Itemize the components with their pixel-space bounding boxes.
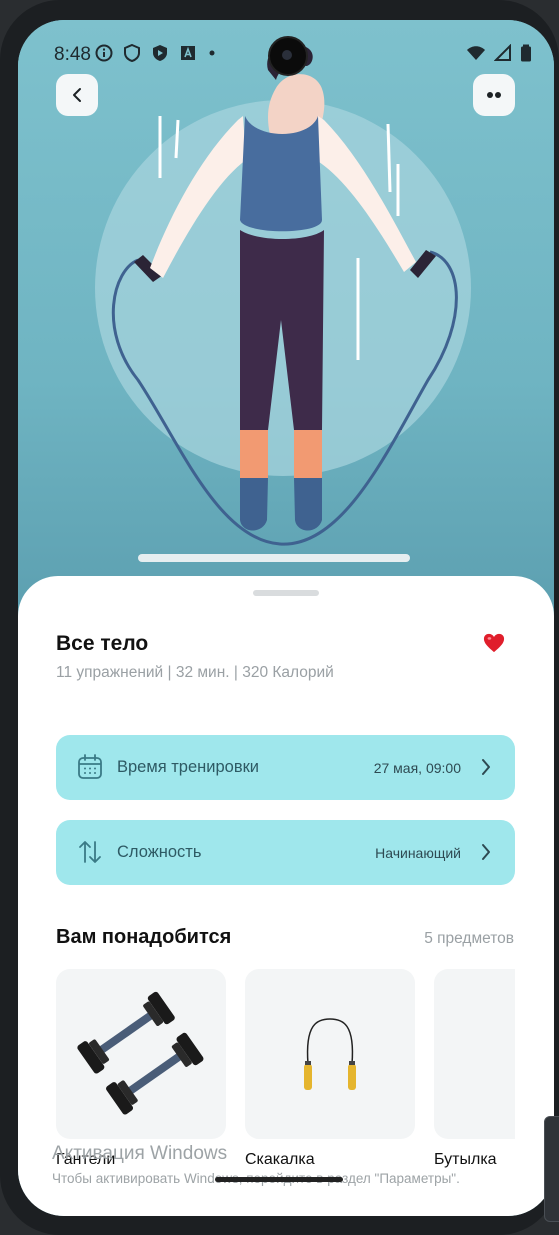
heart-icon[interactable] [483,632,505,654]
hero-banner: 8:48 [18,20,554,620]
emulator-side-toolbar[interactable] [544,1116,559,1222]
sheet-grabber[interactable] [253,590,319,596]
home-indicator[interactable] [215,1177,343,1182]
info-icon [95,44,113,62]
equipment-card-jump-rope[interactable] [245,969,415,1139]
workout-time-value: 27 мая, 09:00 [373,760,461,776]
details-sheet: Все тело 11 упражнений | 32 мин. | 320 К… [18,576,554,1216]
back-button[interactable] [56,74,98,116]
equipment-card-dumbbells[interactable] [56,969,226,1139]
workout-meta: 11 упражнений | 32 мин. | 320 Калорий [56,664,334,681]
dot-icon [209,50,215,56]
front-camera [268,36,308,76]
difficulty-value: Начинающий [375,845,461,861]
app-screen: 8:48 Все тело 11 упражнений | 32 мин. | … [18,20,554,1216]
dumbbells-icon [77,991,204,1115]
more-button[interactable] [473,74,515,116]
jump-rope-icon [304,1018,356,1090]
status-icons-left [95,44,217,62]
equipment-title: Вам понадобится [56,926,232,948]
difficulty-row[interactable]: Сложность Начинающий [56,820,515,885]
difficulty-label: Сложность [117,843,202,861]
shield-icon [124,44,140,62]
status-icons-right [466,44,532,62]
keyboard-a-icon [181,46,195,60]
sort-arrows-icon [79,841,101,863]
equipment-card-bottle[interactable] [434,969,515,1139]
dots-icon [487,92,501,98]
wifi-icon [467,46,485,60]
equipment-count[interactable]: 5 предметов [424,930,514,948]
chevron-right-icon [482,759,490,775]
battery-icon [521,44,531,62]
status-time: 8:48 [54,44,91,65]
workout-title: Все тело [56,632,149,655]
signal-icon [494,44,511,61]
workout-time-row[interactable]: Время тренировки 27 мая, 09:00 [56,735,515,800]
calendar-icon [78,754,102,779]
chevron-right-icon [482,844,490,860]
watermark-title: Активация Windows [52,1143,228,1164]
play-shield-icon [153,45,167,61]
chevron-left-icon [73,88,81,102]
workout-time-label: Время тренировки [117,758,260,776]
